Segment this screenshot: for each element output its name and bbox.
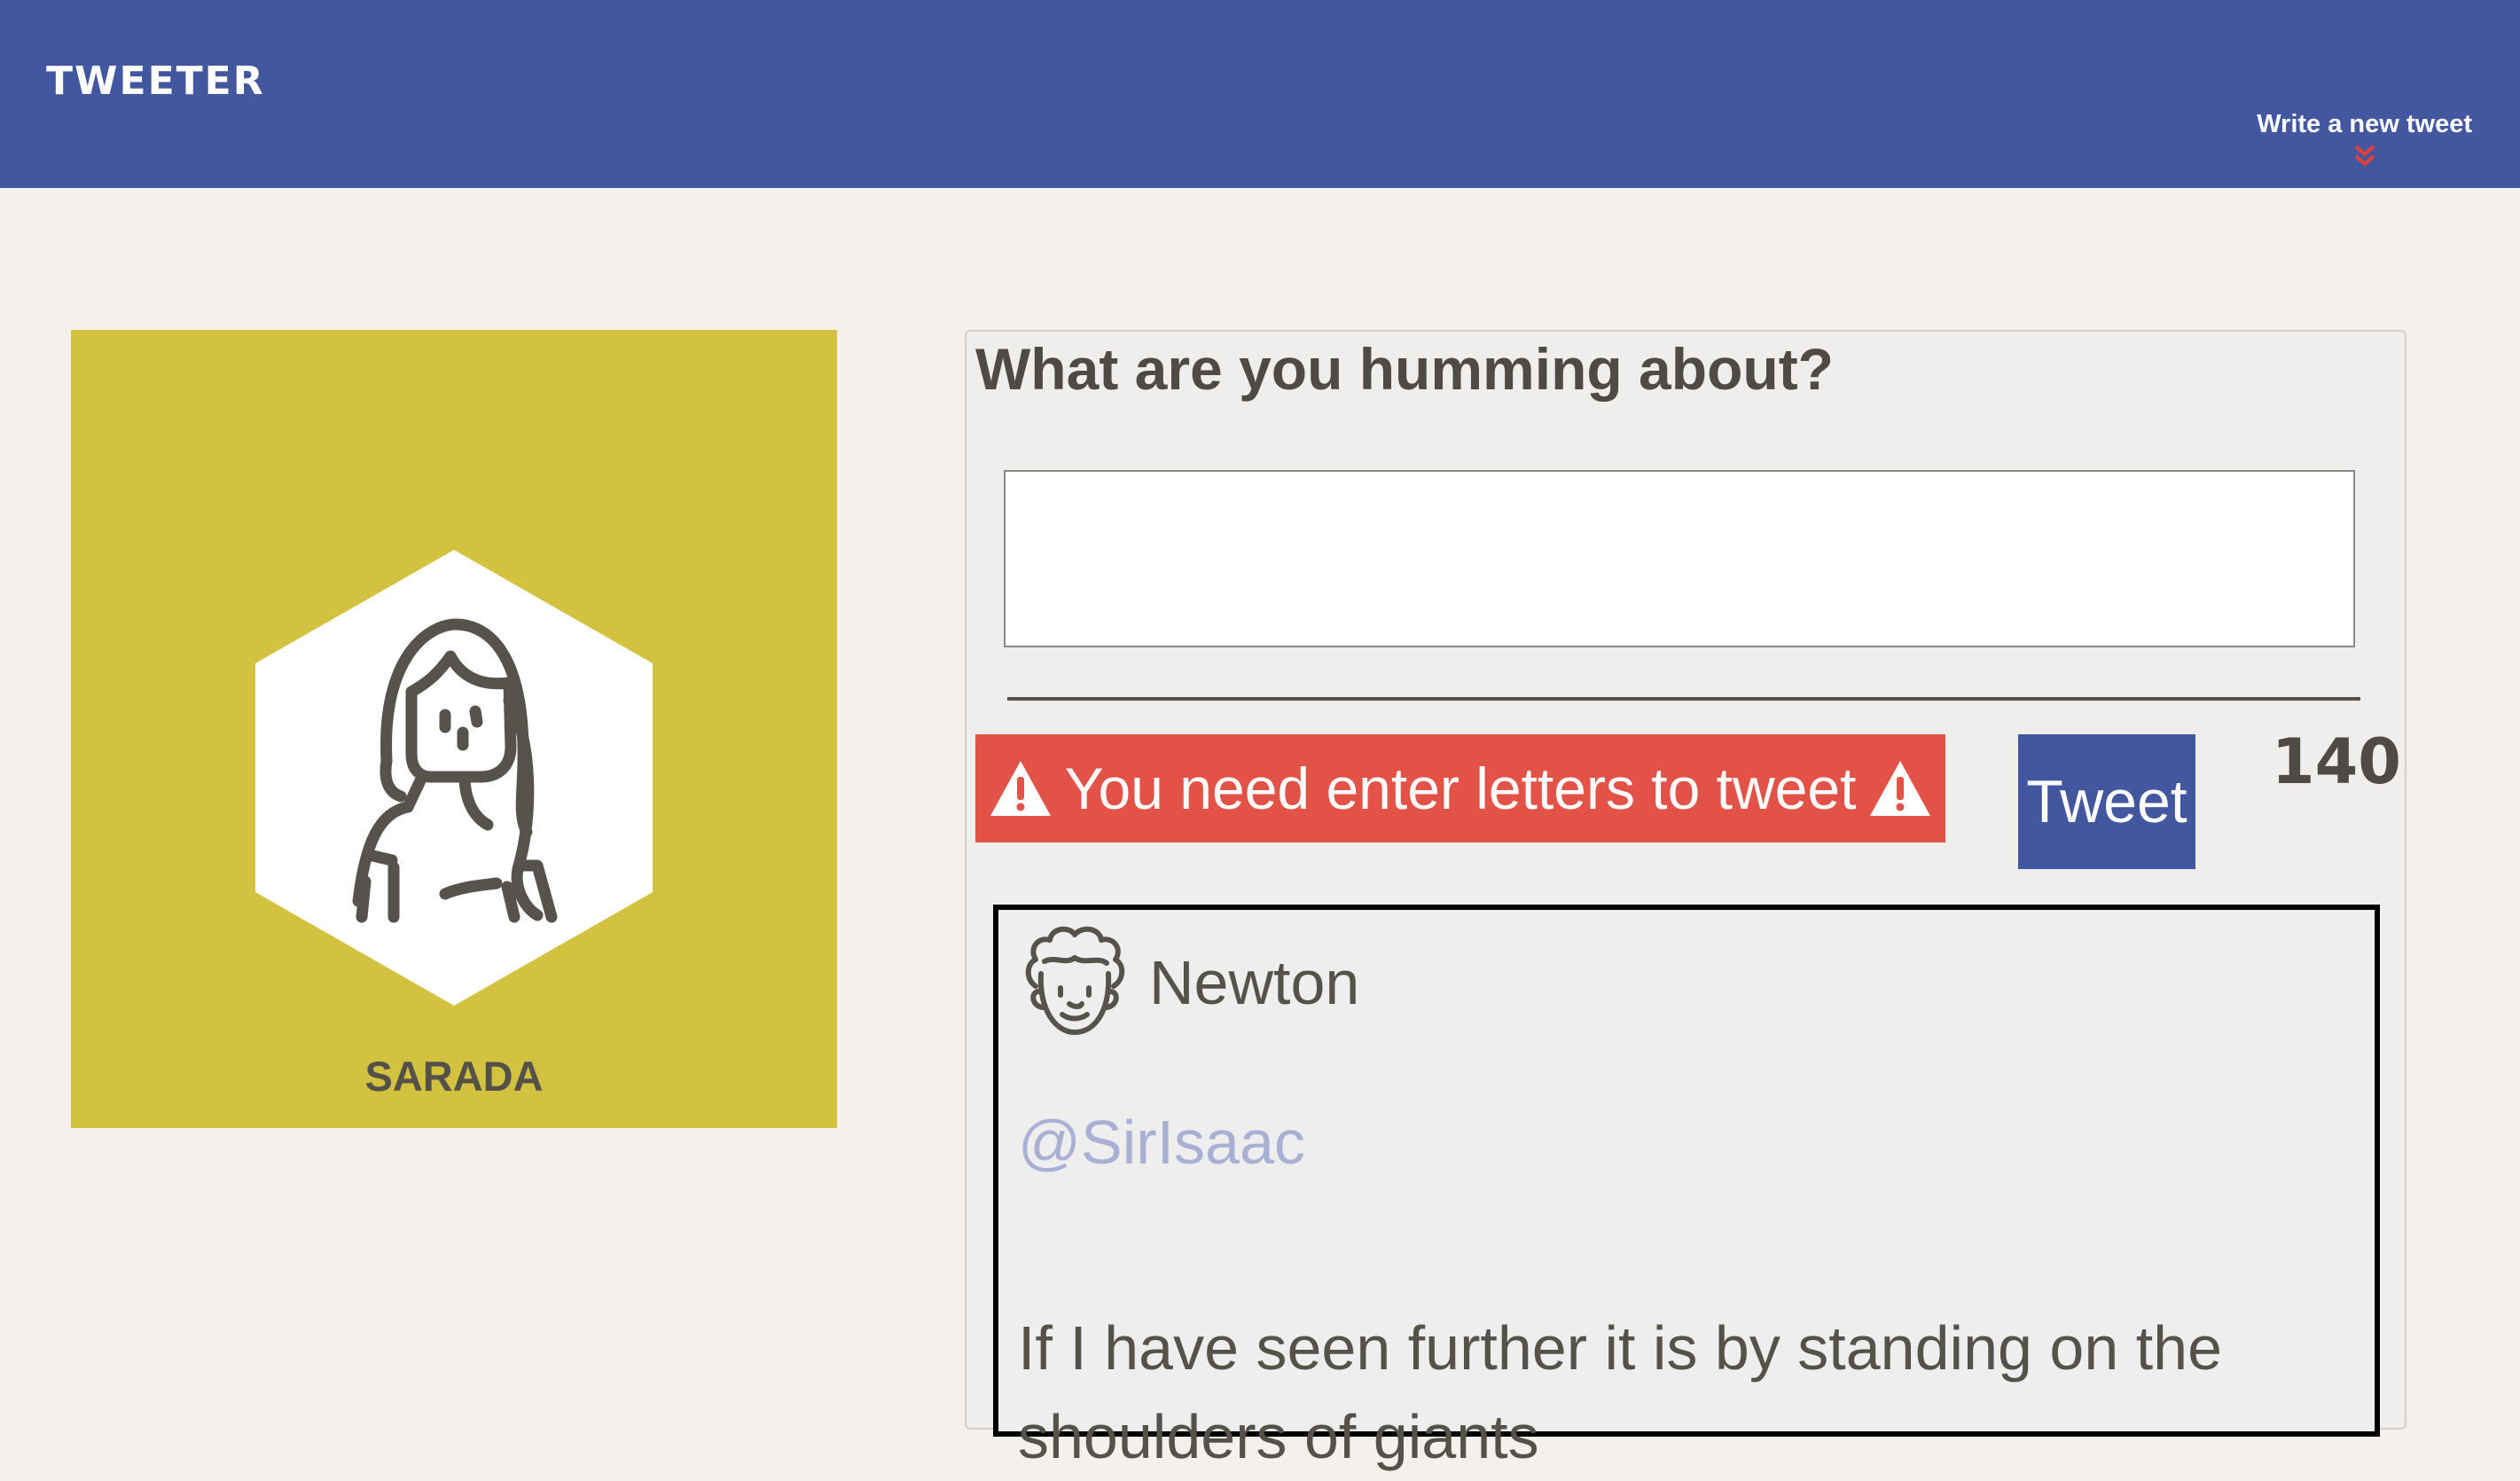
app-logo[interactable]: TWEETER [46, 59, 265, 104]
tweet-body: If I have seen further it is by standing… [1018, 1313, 2223, 1471]
tweet-author-handle[interactable]: @SirIsaac [1018, 1107, 1305, 1178]
top-nav: TWEETER Write a new tweet [0, 0, 2520, 188]
tweet-author-name[interactable]: Newton [1149, 947, 1359, 1018]
tweet-textarea[interactable] [1004, 470, 2355, 647]
profile-username: SARADA [364, 1053, 544, 1100]
tweet-button[interactable]: Tweet [2018, 734, 2195, 869]
double-chevron-down-icon[interactable] [2352, 143, 2378, 169]
write-new-tweet-link[interactable]: Write a new tweet [2257, 110, 2472, 169]
character-counter: 140 [2271, 725, 2401, 798]
error-message-text: You need enter letters to tweet [1064, 756, 1857, 821]
error-message: You need enter letters to tweet [975, 734, 1945, 842]
warning-triangle-icon [990, 761, 1051, 816]
newton-avatar-icon [1025, 926, 1125, 1035]
profile-card [71, 330, 837, 1128]
warning-triangle-icon [1870, 761, 1931, 816]
composer-heading: What are you humming about? [975, 336, 1834, 402]
composer-divider [1007, 697, 2360, 701]
write-new-tweet-label[interactable]: Write a new tweet [2257, 110, 2472, 139]
girl-avatar-icon [255, 550, 653, 1006]
